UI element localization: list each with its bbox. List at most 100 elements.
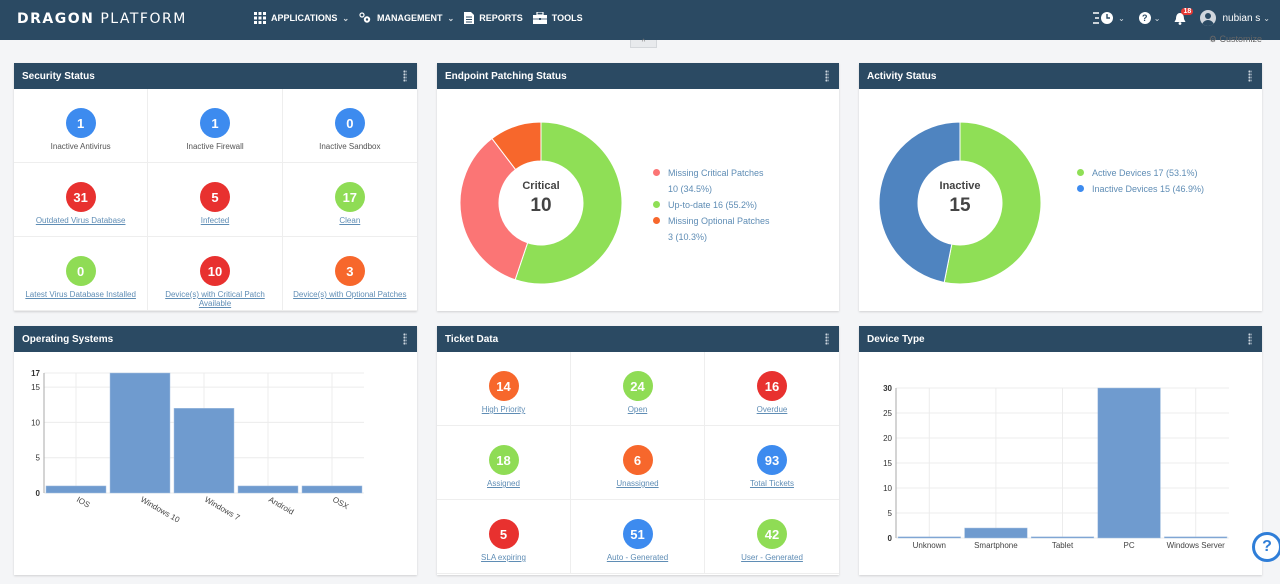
- chart-legend: Active Devices 17 (53.1%) Inactive Device…: [1077, 165, 1204, 197]
- metric-tile: 31 Outdated Virus Database: [14, 163, 149, 237]
- chevron-down-icon: ⌄: [1263, 13, 1270, 23]
- donut-center-label: Inactive 15: [920, 180, 1000, 217]
- metric-link[interactable]: Open: [628, 405, 648, 414]
- legend-value: 10 (34.5%): [668, 184, 713, 194]
- widget-operating-systems: Operating Systems 0 5 10 15 17 IOS Windows 10 W…: [14, 326, 417, 575]
- metric-label: Inactive Firewall: [186, 142, 244, 151]
- user-menu-button[interactable]: nubian s ⌄: [1200, 10, 1270, 26]
- bar-android[interactable]: [237, 485, 299, 494]
- x-tick-label: Tablet: [1052, 541, 1074, 550]
- legend-item[interactable]: Inactive Devices 15 (46.9%): [1077, 181, 1204, 197]
- metric-link[interactable]: Device(s) with Critical Patch Available: [148, 290, 281, 308]
- y-tick-label: 15: [31, 383, 40, 392]
- drag-handle-icon[interactable]: [403, 333, 407, 345]
- donut-center-title: Inactive: [939, 180, 981, 192]
- drag-handle-icon[interactable]: [1248, 333, 1252, 345]
- metric-count-badge: 5: [199, 182, 230, 212]
- bar-windows-7[interactable]: [173, 408, 235, 494]
- brand-logo[interactable]: DRAGON PLATFORM: [17, 11, 187, 27]
- collapse-header-toggle[interactable]: ^: [630, 39, 657, 48]
- metric-link[interactable]: Clean: [339, 216, 360, 225]
- metric-link[interactable]: High Priority: [482, 405, 526, 414]
- drag-handle-icon[interactable]: [1248, 70, 1252, 82]
- donut-center-label: Critical 10: [501, 180, 581, 217]
- metric-tile: 14 High Priority: [437, 352, 571, 426]
- metric-link[interactable]: Device(s) with Optional Patches: [293, 290, 406, 299]
- metric-link[interactable]: Unassigned: [616, 479, 658, 488]
- help-menu-button[interactable]: ? ⌄: [1138, 12, 1160, 24]
- nav-management[interactable]: MANAGEMENT ⌄: [359, 12, 454, 24]
- widget-title: Activity Status: [867, 71, 937, 82]
- notifications-button[interactable]: 18: [1174, 7, 1194, 25]
- widget-title: Security Status: [22, 71, 95, 82]
- recent-activity-button[interactable]: ⌄: [1093, 11, 1125, 25]
- metric-link[interactable]: Latest Virus Database Installed: [25, 290, 136, 299]
- donut-center-title: Critical: [522, 180, 560, 192]
- legend-text: Active Devices 17 (53.1%): [1092, 168, 1198, 178]
- metric-count-badge: 14: [488, 371, 519, 401]
- metric-count-badge: 1: [199, 108, 230, 138]
- metric-link[interactable]: Overdue: [757, 405, 788, 414]
- bar-pc[interactable]: [1097, 387, 1161, 539]
- customize-link[interactable]: ⚙ Customize: [1209, 34, 1262, 45]
- metric-count-badge: 51: [622, 519, 653, 549]
- drag-handle-icon[interactable]: [825, 70, 829, 82]
- metric-count-badge: 1: [65, 108, 96, 138]
- nav-applications-label: APPLICATIONS: [271, 13, 338, 23]
- bar-unknown[interactable]: [897, 536, 961, 539]
- toolbox-icon: [532, 12, 547, 24]
- nav-reports-label: REPORTS: [479, 13, 523, 23]
- user-actions: ⌄ ? ⌄ 18 nubian s ⌄: [1093, 7, 1270, 26]
- legend-dot-icon: [653, 217, 660, 224]
- metric-label: Inactive Sandbox: [319, 142, 381, 151]
- widget-title: Ticket Data: [445, 334, 499, 345]
- legend-item[interactable]: Missing Optional Patches 3 (10.3%): [653, 213, 770, 245]
- metric-link[interactable]: Total Tickets: [750, 479, 794, 488]
- device-type-bar-chart: 0 5 10 15 20 25 30 Unknown Smartphone Tablet PC Win…: [883, 384, 1229, 550]
- metric-link[interactable]: Auto - Generated: [607, 553, 668, 562]
- metric-tile: 0 Inactive Sandbox: [282, 89, 417, 163]
- metric-tile: 3 Device(s) with Optional Patches: [282, 237, 417, 311]
- metric-link[interactable]: SLA expiring: [481, 553, 526, 562]
- metric-link[interactable]: Assigned: [487, 479, 520, 488]
- metric-count-badge: 10: [199, 256, 230, 286]
- widget-device-type: Device Type 0 5 10 15 20 25 30 Unknown Smartphon…: [859, 326, 1262, 575]
- bar-smartphone[interactable]: [964, 527, 1028, 539]
- legend-text: Inactive Devices 15 (46.9%): [1092, 184, 1205, 194]
- widget-header: Endpoint Patching Status: [437, 63, 839, 89]
- x-tick-label: Windows 7: [203, 495, 242, 523]
- metric-link[interactable]: Outdated Virus Database: [36, 216, 126, 225]
- bar-windows-10[interactable]: [109, 372, 171, 494]
- legend-item[interactable]: Active Devices 17 (53.1%): [1077, 165, 1204, 181]
- nav-reports[interactable]: REPORTS: [464, 12, 523, 24]
- x-tick-label: Windows Server: [1167, 541, 1226, 550]
- metric-link[interactable]: User - Generated: [741, 553, 803, 562]
- metric-link[interactable]: Infected: [201, 216, 229, 225]
- operating-systems-bar-chart: 0 5 10 15 17 IOS Windows 10 Windows 7 Android OSX: [31, 369, 364, 525]
- metric-tile: 1 Inactive Firewall: [148, 89, 283, 163]
- legend-value: 3 (10.3%): [668, 232, 708, 242]
- legend-label: Up-to-date 16 (55.2%): [668, 197, 757, 213]
- brand-light: PLATFORM: [100, 11, 187, 27]
- legend-item[interactable]: Missing Critical Patches 10 (34.5%): [653, 165, 770, 197]
- donut-center-value: 10: [530, 195, 552, 216]
- nav-applications[interactable]: APPLICATIONS ⌄: [254, 12, 349, 24]
- metric-tile: 5 Infected: [148, 163, 283, 237]
- drag-handle-icon[interactable]: [403, 70, 407, 82]
- metric-tile: 17 Clean: [282, 163, 417, 237]
- y-tick-label: 10: [31, 418, 40, 427]
- legend-item[interactable]: Up-to-date 16 (55.2%): [653, 197, 770, 213]
- metric-count-badge: 0: [334, 108, 365, 138]
- bar-osx[interactable]: [301, 485, 363, 494]
- bar-windows-server[interactable]: [1164, 536, 1228, 539]
- legend-dot-icon: [653, 201, 660, 208]
- widget-title: Operating Systems: [22, 334, 114, 345]
- help-floating-button[interactable]: ?: [1252, 532, 1280, 562]
- widget-header: Ticket Data: [437, 326, 839, 352]
- bar-ios[interactable]: [45, 485, 107, 494]
- y-tick-label: 10: [883, 484, 892, 493]
- drag-handle-icon[interactable]: [825, 333, 829, 345]
- bar-tablet[interactable]: [1030, 536, 1095, 539]
- nav-tools[interactable]: TOOLS: [532, 12, 583, 24]
- question-mark-icon: ?: [1262, 538, 1272, 555]
